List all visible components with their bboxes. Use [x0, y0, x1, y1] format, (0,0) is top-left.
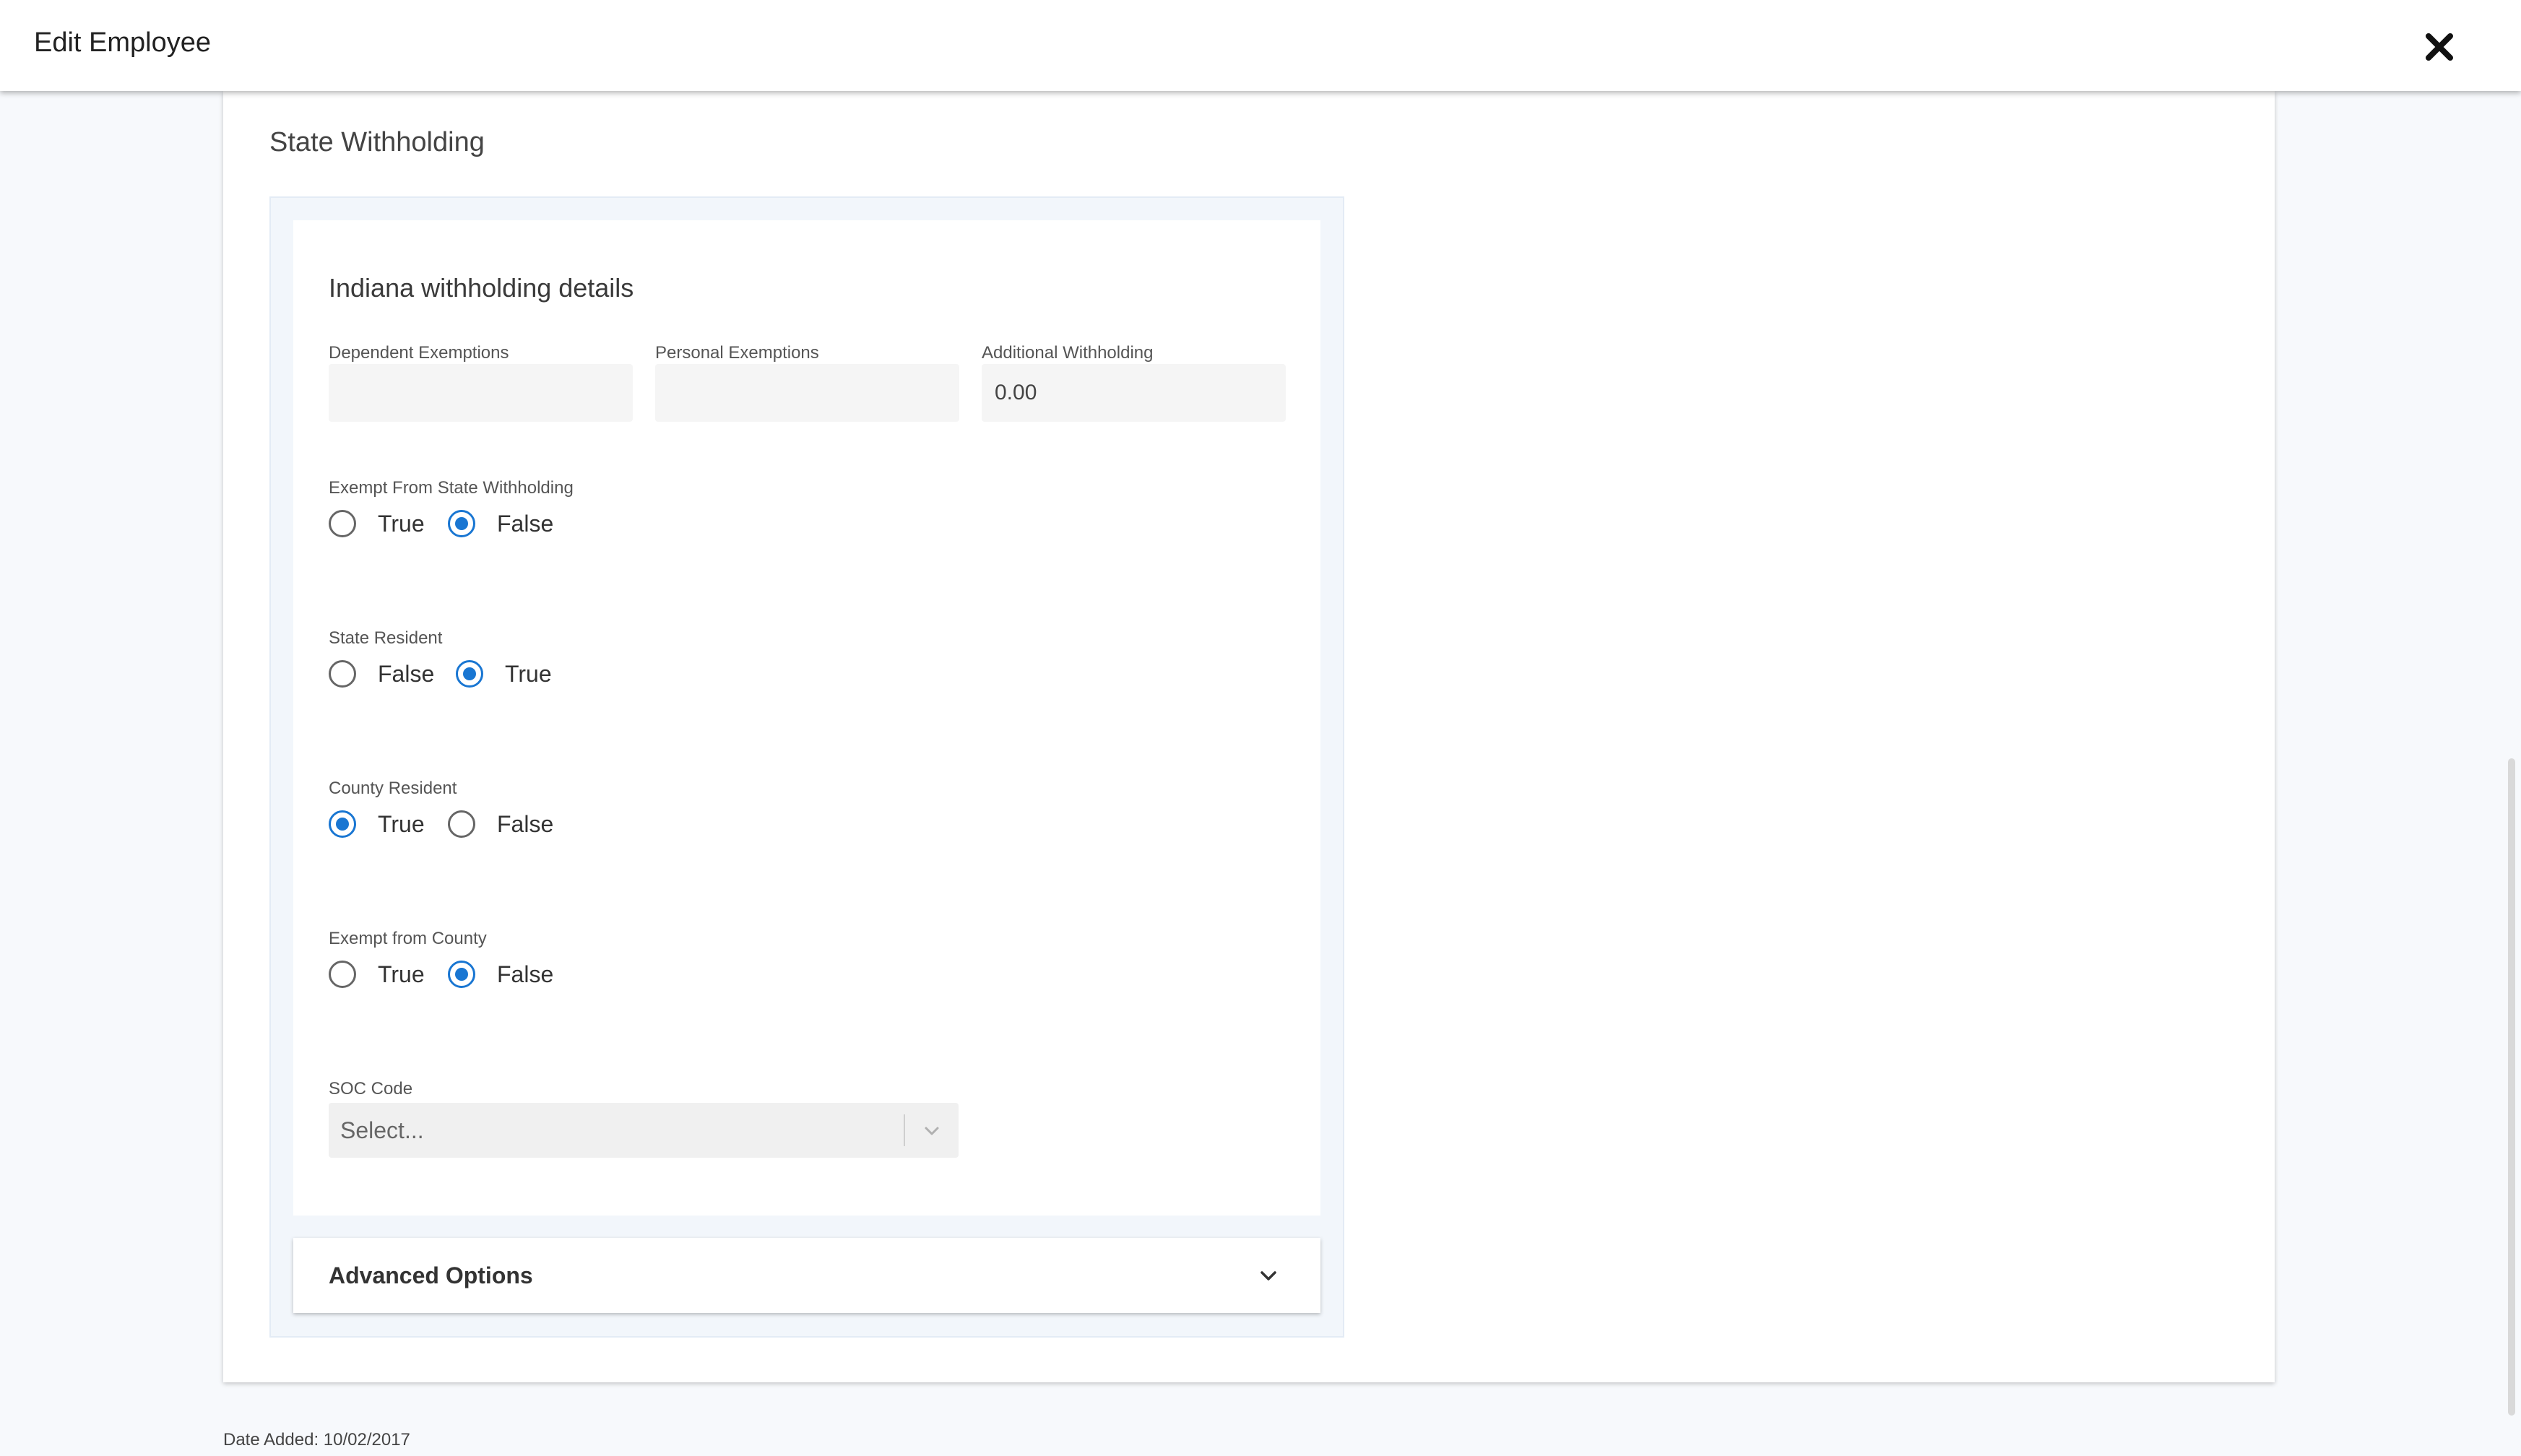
date-added: Date Added: 10/02/2017	[223, 1430, 410, 1450]
county-resident-true-radio[interactable]	[329, 810, 356, 838]
state-resident-true-label: True	[505, 661, 552, 687]
exempt-county-label: Exempt from County	[329, 929, 487, 948]
scrollbar[interactable]	[2508, 758, 2515, 1416]
state-resident-false-radio[interactable]	[329, 660, 356, 688]
close-button[interactable]	[2418, 26, 2460, 68]
state-resident-false-label: False	[378, 661, 435, 687]
select-divider	[904, 1114, 905, 1146]
county-resident-true-label: True	[378, 811, 425, 837]
dependent-exemptions-input[interactable]	[329, 364, 633, 422]
chevron-down-icon	[1260, 1271, 1276, 1280]
advanced-options-label: Advanced Options	[329, 1262, 533, 1288]
exempt-county-false-radio[interactable]	[448, 961, 475, 988]
soc-code-select[interactable]: Select...	[329, 1103, 959, 1158]
exempt-county-true-label: True	[378, 961, 425, 987]
additional-withholding-input[interactable]: 0.00	[982, 364, 1286, 422]
modal-header: Edit Employee	[0, 0, 2521, 91]
exempt-county-false-label: False	[497, 961, 554, 987]
exempt-state-true-radio[interactable]	[329, 510, 356, 537]
soc-code-placeholder: Select...	[340, 1117, 424, 1143]
close-icon	[2426, 33, 2453, 61]
county-resident-label: County Resident	[329, 779, 457, 798]
additional-withholding-label: Additional Withholding	[982, 343, 1154, 363]
details-title: Indiana withholding details	[329, 273, 634, 303]
state-resident-label: State Resident	[329, 628, 443, 648]
exempt-state-true-label: True	[378, 511, 425, 537]
exempt-state-false-label: False	[497, 511, 554, 537]
advanced-options-toggle[interactable]: Advanced Options	[293, 1238, 1320, 1313]
soc-code-label: SOC Code	[329, 1079, 413, 1098]
county-resident-false-label: False	[497, 811, 554, 837]
exempt-state-false-radio[interactable]	[448, 510, 475, 537]
exempt-state-label: Exempt From State Withholding	[329, 478, 574, 498]
modal-title: Edit Employee	[34, 27, 212, 58]
chevron-down-icon	[925, 1127, 939, 1135]
personal-exemptions-input[interactable]	[655, 364, 959, 422]
dependent-exemptions-label: Dependent Exemptions	[329, 343, 509, 363]
exempt-county-true-radio[interactable]	[329, 961, 356, 988]
personal-exemptions-label: Personal Exemptions	[655, 343, 819, 363]
county-resident-false-radio[interactable]	[448, 810, 475, 838]
state-resident-true-radio[interactable]	[456, 660, 483, 688]
section-title: State Withholding	[269, 127, 485, 157]
